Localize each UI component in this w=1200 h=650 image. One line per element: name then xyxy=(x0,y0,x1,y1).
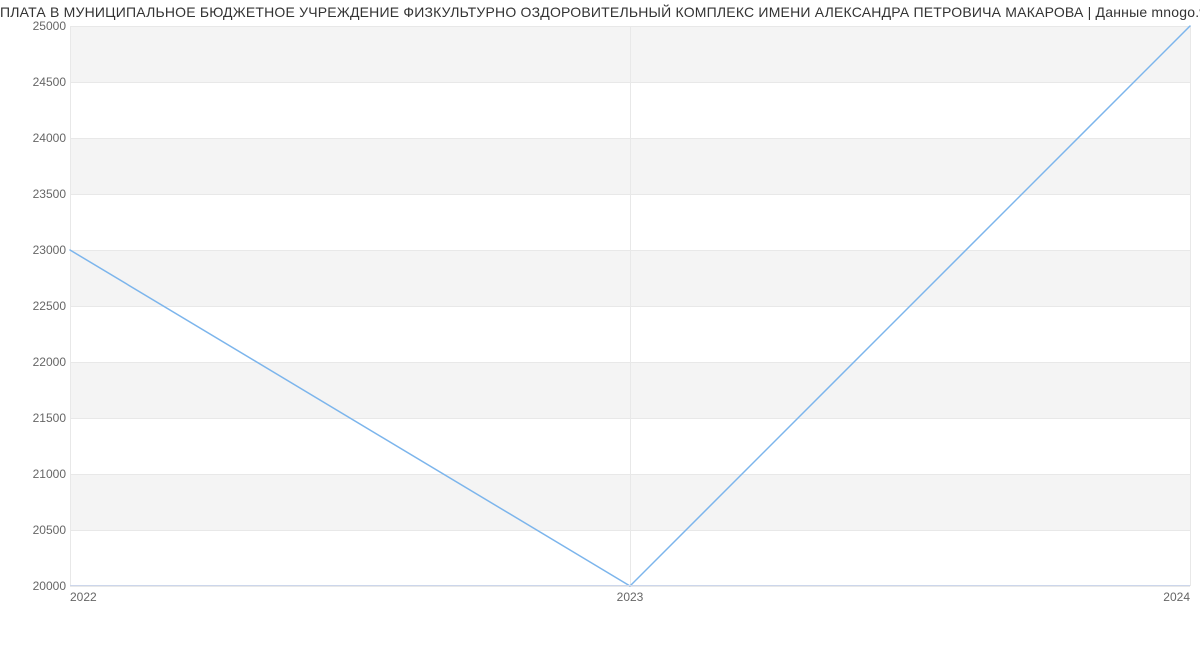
y-tick-label: 21000 xyxy=(33,467,66,481)
y-tick-label: 21500 xyxy=(33,411,66,425)
y-tick-label: 22500 xyxy=(33,299,66,313)
x-tick-label: 2022 xyxy=(70,590,97,604)
y-tick-label: 23000 xyxy=(33,243,66,257)
x-tick-label: 2024 xyxy=(1163,590,1190,604)
x-tick-label: 2023 xyxy=(617,590,644,604)
y-tick-label: 25000 xyxy=(33,19,66,33)
line-series xyxy=(70,26,1190,586)
v-grid-line xyxy=(1190,26,1191,586)
chart-container: ПЛАТА В МУНИЦИПАЛЬНОЕ БЮДЖЕТНОЕ УЧРЕЖДЕН… xyxy=(0,0,1200,650)
y-tick-label: 23500 xyxy=(33,187,66,201)
chart-title: ПЛАТА В МУНИЦИПАЛЬНОЕ БЮДЖЕТНОЕ УЧРЕЖДЕН… xyxy=(0,4,1200,20)
y-tick-label: 20500 xyxy=(33,523,66,537)
plot-area xyxy=(70,26,1190,586)
y-tick-label: 24500 xyxy=(33,75,66,89)
y-tick-label: 22000 xyxy=(33,355,66,369)
y-tick-label: 20000 xyxy=(33,579,66,593)
x-axis-line xyxy=(70,585,1190,586)
y-tick-label: 24000 xyxy=(33,131,66,145)
series-path xyxy=(70,26,1190,586)
